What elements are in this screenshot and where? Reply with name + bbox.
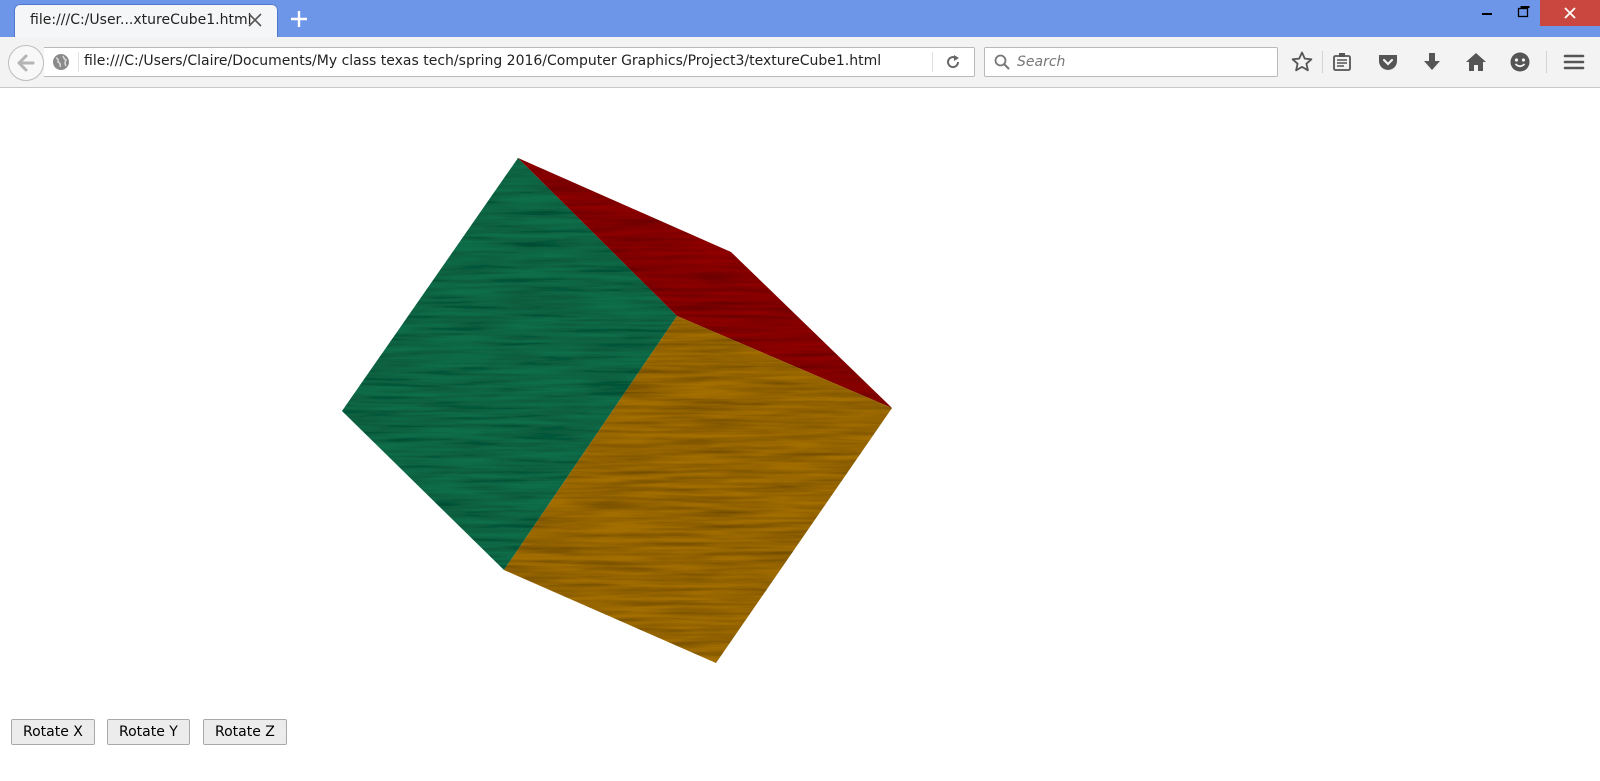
rotate-z-button[interactable]: Rotate Z [203, 719, 287, 745]
close-window-button[interactable] [1540, 0, 1600, 26]
bookmark-star-icon[interactable] [1290, 50, 1314, 74]
navigation-bar: file:///C:/Users/Claire/Documents/My cla… [0, 37, 1600, 88]
home-icon[interactable] [1464, 50, 1488, 74]
back-arrow-icon [17, 54, 35, 72]
minimize-button[interactable] [1470, 0, 1504, 26]
search-bar[interactable]: Search [984, 47, 1278, 77]
page-content: Rotate X Rotate Y Rotate Z [0, 88, 1600, 781]
rotate-x-button[interactable]: Rotate X [11, 719, 95, 745]
address-bar[interactable]: file:///C:/Users/Claire/Documents/My cla… [44, 47, 975, 77]
texture-cube-canvas[interactable] [0, 88, 1000, 688]
reload-icon[interactable] [944, 53, 962, 71]
download-icon[interactable] [1420, 50, 1444, 74]
globe-icon [53, 54, 69, 70]
rotate-y-button[interactable]: Rotate Y [107, 719, 190, 745]
tab-title: file:///C:/User...xtureCube1.html [30, 12, 252, 28]
url-text[interactable]: file:///C:/Users/Claire/Documents/My cla… [84, 53, 881, 69]
minimize-icon [1482, 13, 1492, 15]
search-icon [994, 54, 1010, 70]
toolbar-separator [1546, 51, 1547, 73]
reload-separator [932, 52, 933, 72]
new-tab-icon[interactable] [288, 8, 310, 30]
maximize-button[interactable] [1506, 0, 1540, 26]
close-tab-icon[interactable] [246, 11, 264, 29]
title-bar: file:///C:/User...xtureCube1.html [0, 0, 1600, 38]
smiley-feedback-icon[interactable] [1508, 50, 1532, 74]
reading-list-icon[interactable] [1330, 50, 1354, 74]
back-button[interactable] [8, 45, 44, 81]
toolbar-separator [1322, 51, 1323, 73]
search-placeholder[interactable]: Search [1017, 54, 1065, 70]
menu-hamburger-icon[interactable] [1562, 50, 1586, 74]
close-icon [1564, 7, 1576, 19]
pocket-icon[interactable] [1376, 50, 1400, 74]
restore-icon [1517, 6, 1530, 18]
url-separator [78, 52, 79, 72]
browser-tab[interactable]: file:///C:/User...xtureCube1.html [14, 4, 278, 38]
